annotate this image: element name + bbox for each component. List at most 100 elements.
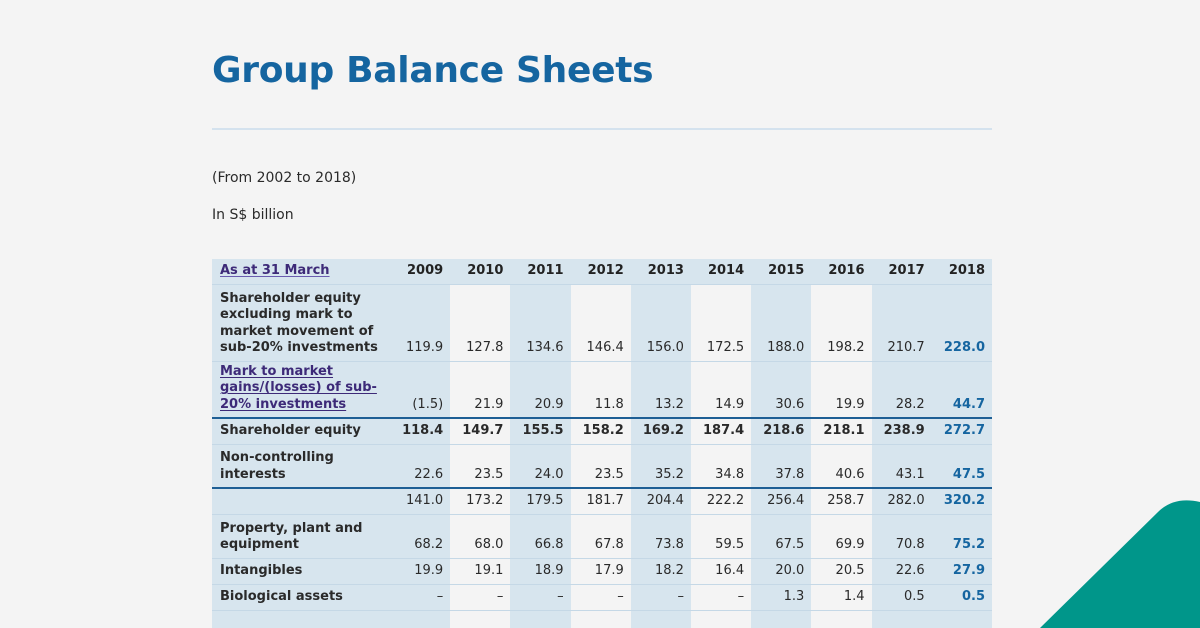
value-cell: 256.4 — [751, 488, 812, 515]
year-header: 2009 — [390, 259, 451, 285]
value-cell: – — [510, 584, 571, 611]
value-cell: 68.0 — [450, 514, 511, 559]
year-header: 2017 — [871, 259, 932, 285]
value-cell: 119.9 — [390, 284, 451, 362]
row-label: Property, plant and equipment — [212, 514, 390, 559]
value-cell: 73.8 — [630, 514, 691, 559]
value-cell — [570, 610, 631, 628]
value-cell: 20.0 — [751, 558, 812, 585]
year-header-latest: 2018 — [931, 259, 992, 285]
value-cell: 68.2 — [390, 514, 451, 559]
value-cell: 169.2 — [630, 418, 691, 445]
value-cell: 13.2 — [630, 361, 691, 419]
row-label-link[interactable]: Mark to market gains/(losses) of sub-20%… — [220, 364, 377, 412]
value-cell-latest: 272.7 — [931, 418, 992, 445]
value-cell: 66.8 — [510, 514, 571, 559]
value-cell: 156.0 — [630, 284, 691, 362]
row-label: Shareholder equity — [212, 418, 390, 445]
year-header: 2012 — [570, 259, 631, 285]
value-cell-latest — [931, 610, 992, 628]
value-cell: 282.0 — [871, 488, 932, 515]
year-header: 2011 — [510, 259, 571, 285]
value-cell: 21.9 — [450, 361, 511, 419]
units-note: In S$ billion — [212, 207, 294, 223]
value-cell: 146.4 — [570, 284, 631, 362]
value-cell: 23.5 — [570, 444, 631, 489]
value-cell: 43.1 — [871, 444, 932, 489]
value-cell: – — [450, 584, 511, 611]
value-cell — [690, 610, 752, 628]
row-label — [212, 488, 390, 515]
value-cell: 1.3 — [751, 584, 812, 611]
header-as-at-link[interactable]: As at 31 March — [212, 259, 390, 285]
value-cell — [450, 610, 511, 628]
value-cell: 67.5 — [751, 514, 812, 559]
value-cell: 188.0 — [751, 284, 812, 362]
value-cell — [390, 610, 451, 628]
value-cell: 187.4 — [690, 418, 752, 445]
table-row: Investments in — [212, 610, 992, 628]
value-cell: 20.5 — [811, 558, 872, 585]
value-cell-latest: 47.5 — [931, 444, 992, 489]
balance-sheet-table: As at 31 March 2009 2010 2011 2012 2013 … — [212, 259, 992, 628]
value-cell: 258.7 — [811, 488, 872, 515]
table-row: Intangibles 19.9 19.1 18.9 17.9 18.2 16.4 20.0 2… — [212, 558, 992, 585]
value-cell-latest: 75.2 — [931, 514, 992, 559]
row-label: Shareholder equity excluding mark to mar… — [212, 284, 390, 362]
year-header: 2015 — [751, 259, 812, 285]
table-row: Non-controlling interests 22.6 23.5 24.0 23.… — [212, 444, 992, 489]
value-cell: 20.9 — [510, 361, 571, 419]
value-cell — [871, 610, 932, 628]
value-cell: 218.6 — [751, 418, 812, 445]
value-cell: 22.6 — [871, 558, 932, 585]
value-cell: 23.5 — [450, 444, 511, 489]
value-cell: 37.8 — [751, 444, 812, 489]
value-cell: – — [630, 584, 691, 611]
value-cell: 141.0 — [390, 488, 451, 515]
value-cell: 59.5 — [690, 514, 752, 559]
value-cell: 19.9 — [811, 361, 872, 419]
value-cell-latest: 27.9 — [931, 558, 992, 585]
value-cell: 69.9 — [811, 514, 872, 559]
table-row: Property, plant and equipment 68.2 68.0 66.… — [212, 514, 992, 559]
value-cell: 30.6 — [751, 361, 812, 419]
value-cell: 222.2 — [690, 488, 752, 515]
value-cell-latest: 0.5 — [931, 584, 992, 611]
value-cell-latest: 320.2 — [931, 488, 992, 515]
value-cell: 155.5 — [510, 418, 571, 445]
page-title: Group Balance Sheets — [212, 50, 654, 91]
value-cell-latest: 44.7 — [931, 361, 992, 419]
value-cell: 35.2 — [630, 444, 691, 489]
value-cell: 67.8 — [570, 514, 631, 559]
value-cell: 238.9 — [871, 418, 932, 445]
value-cell: 14.9 — [690, 361, 752, 419]
row-label: Biological assets — [212, 584, 390, 611]
decorative-corner-triangle — [1040, 500, 1200, 628]
year-header: 2013 — [630, 259, 691, 285]
row-label: Non-controlling interests — [212, 444, 390, 489]
value-cell: 172.5 — [690, 284, 752, 362]
row-label-text: Biological assets — [220, 589, 343, 604]
value-cell: 118.4 — [390, 418, 451, 445]
value-cell — [630, 610, 691, 628]
row-label-text: Non-controlling interests — [220, 450, 334, 482]
value-cell — [811, 610, 872, 628]
value-cell: – — [390, 584, 451, 611]
row-label[interactable]: Mark to market gains/(losses) of sub-20%… — [212, 361, 390, 419]
year-header: 2010 — [450, 259, 511, 285]
table-row: Shareholder equity 118.4 149.7 155.5 158.2 16… — [212, 418, 992, 445]
value-cell-latest: 228.0 — [931, 284, 992, 362]
table-row: Shareholder equity excluding mark to mar… — [212, 284, 992, 362]
table-header-row: As at 31 March 2009 2010 2011 2012 2013 … — [212, 259, 992, 285]
title-divider — [212, 128, 992, 130]
value-cell: 127.8 — [450, 284, 511, 362]
value-cell: 40.6 — [811, 444, 872, 489]
value-cell: 16.4 — [690, 558, 752, 585]
row-label-text: Property, plant and equipment — [220, 520, 363, 553]
row-label-text: Shareholder equity — [220, 423, 361, 438]
value-cell: 158.2 — [570, 418, 631, 445]
value-cell: 70.8 — [871, 514, 932, 559]
value-cell: 181.7 — [570, 488, 631, 515]
value-cell: 34.8 — [690, 444, 752, 489]
table-row: 141.0 173.2 179.5 181.7 204.4 222.2 256.4 258.7… — [212, 488, 992, 515]
